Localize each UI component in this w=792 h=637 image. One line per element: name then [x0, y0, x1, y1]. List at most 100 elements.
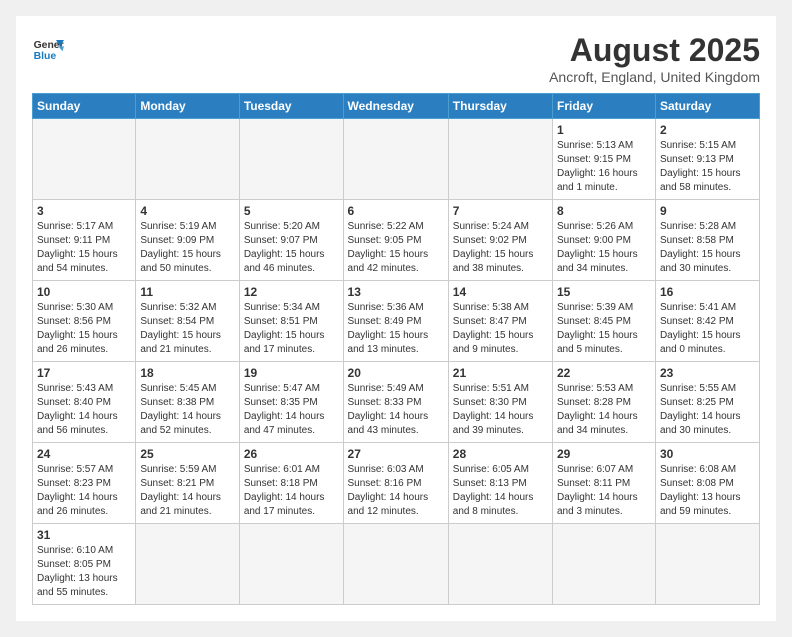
day-number: 25 [140, 447, 234, 461]
day-info: Sunrise: 5:53 AMSunset: 8:28 PMDaylight:… [557, 382, 651, 438]
day-info: Sunrise: 5:51 AMSunset: 8:30 PMDaylight:… [453, 382, 548, 438]
calendar-cell: 9Sunrise: 5:28 AMSunset: 8:58 PMDaylight… [655, 200, 759, 281]
logo-icon: General Blue [32, 32, 64, 64]
calendar-week-row: 31 Sunrise: 6:10 AMSunset: 8:05 PMDayligh… [33, 524, 760, 605]
calendar-cell: 20 Sunrise: 5:49 AMSunset: 8:33 PMDayligh… [343, 362, 448, 443]
day-info: Sunrise: 5:43 AMSunset: 8:40 PMDaylight:… [37, 382, 131, 438]
day-number: 10 [37, 285, 131, 299]
day-info: Sunrise: 5:15 AMSunset: 9:13 PMDaylight:… [660, 139, 755, 195]
calendar-week-row: 24Sunrise: 5:57 AMSunset: 8:23 PMDayligh… [33, 443, 760, 524]
day-number: 14 [453, 285, 548, 299]
day-number: 31 [37, 528, 131, 542]
calendar-header-row: SundayMondayTuesdayWednesdayThursdayFrid… [33, 94, 760, 119]
calendar-cell [33, 119, 136, 200]
day-number: 15 [557, 285, 651, 299]
day-number: 16 [660, 285, 755, 299]
calendar-cell [448, 524, 552, 605]
day-number: 5 [244, 204, 339, 218]
calendar-week-row: 1 Sunrise: 5:13 AMSunset: 9:15 PMDaylight… [33, 119, 760, 200]
calendar-table: SundayMondayTuesdayWednesdayThursdayFrid… [32, 93, 760, 605]
calendar-cell: 11 Sunrise: 5:32 AMSunset: 8:54 PMDayligh… [136, 281, 239, 362]
calendar-cell: 17 Sunrise: 5:43 AMSunset: 8:40 PMDayligh… [33, 362, 136, 443]
day-info: Sunrise: 5:41 AMSunset: 8:42 PMDaylight:… [660, 301, 755, 357]
day-number: 26 [244, 447, 339, 461]
day-info: Sunrise: 6:03 AMSunset: 8:16 PMDaylight:… [348, 463, 444, 519]
month-title: August 2025 [549, 32, 760, 69]
col-header-saturday: Saturday [655, 94, 759, 119]
calendar-cell: 26Sunrise: 6:01 AMSunset: 8:18 PMDayligh… [239, 443, 343, 524]
day-info: Sunrise: 6:08 AMSunset: 8:08 PMDaylight:… [660, 463, 755, 519]
calendar-cell: 25Sunrise: 5:59 AMSunset: 8:21 PMDayligh… [136, 443, 239, 524]
calendar-cell: 14Sunrise: 5:38 AMSunset: 8:47 PMDayligh… [448, 281, 552, 362]
calendar-cell [655, 524, 759, 605]
day-number: 4 [140, 204, 234, 218]
calendar-cell: 30 Sunrise: 6:08 AMSunset: 8:08 PMDayligh… [655, 443, 759, 524]
calendar-cell: 16 Sunrise: 5:41 AMSunset: 8:42 PMDayligh… [655, 281, 759, 362]
day-number: 7 [453, 204, 548, 218]
calendar-cell: 23Sunrise: 5:55 AMSunset: 8:25 PMDayligh… [655, 362, 759, 443]
day-number: 12 [244, 285, 339, 299]
day-info: Sunrise: 5:45 AMSunset: 8:38 PMDaylight:… [140, 382, 234, 438]
calendar-cell [239, 524, 343, 605]
calendar-week-row: 3 Sunrise: 5:17 AMSunset: 9:11 PMDaylight… [33, 200, 760, 281]
calendar-cell [343, 524, 448, 605]
calendar-cell: 2Sunrise: 5:15 AMSunset: 9:13 PMDaylight… [655, 119, 759, 200]
day-number: 3 [37, 204, 131, 218]
calendar-page: General Blue August 2025 Ancroft, Englan… [16, 16, 776, 621]
day-info: Sunrise: 5:19 AMSunset: 9:09 PMDaylight:… [140, 220, 234, 276]
day-info: Sunrise: 5:22 AMSunset: 9:05 PMDaylight:… [348, 220, 444, 276]
calendar-week-row: 17 Sunrise: 5:43 AMSunset: 8:40 PMDayligh… [33, 362, 760, 443]
calendar-cell [448, 119, 552, 200]
calendar-cell: 18Sunrise: 5:45 AMSunset: 8:38 PMDayligh… [136, 362, 239, 443]
day-number: 20 [348, 366, 444, 380]
svg-text:Blue: Blue [34, 51, 57, 62]
day-number: 27 [348, 447, 444, 461]
calendar-cell [136, 524, 239, 605]
day-number: 28 [453, 447, 548, 461]
calendar-cell [136, 119, 239, 200]
calendar-cell: 28 Sunrise: 6:05 AMSunset: 8:13 PMDayligh… [448, 443, 552, 524]
calendar-cell: 31 Sunrise: 6:10 AMSunset: 8:05 PMDayligh… [33, 524, 136, 605]
day-info: Sunrise: 5:28 AMSunset: 8:58 PMDaylight:… [660, 220, 755, 276]
calendar-cell: 10Sunrise: 5:30 AMSunset: 8:56 PMDayligh… [33, 281, 136, 362]
day-number: 30 [660, 447, 755, 461]
calendar-cell: 3 Sunrise: 5:17 AMSunset: 9:11 PMDaylight… [33, 200, 136, 281]
day-info: Sunrise: 5:13 AMSunset: 9:15 PMDaylight:… [557, 139, 651, 195]
col-header-friday: Friday [553, 94, 656, 119]
calendar-cell: 13Sunrise: 5:36 AMSunset: 8:49 PMDayligh… [343, 281, 448, 362]
day-info: Sunrise: 6:10 AMSunset: 8:05 PMDaylight:… [37, 544, 131, 600]
col-header-tuesday: Tuesday [239, 94, 343, 119]
day-number: 6 [348, 204, 444, 218]
day-number: 11 [140, 285, 234, 299]
calendar-cell: 8Sunrise: 5:26 AMSunset: 9:00 PMDaylight… [553, 200, 656, 281]
day-info: Sunrise: 5:20 AMSunset: 9:07 PMDaylight:… [244, 220, 339, 276]
calendar-cell: 22Sunrise: 5:53 AMSunset: 8:28 PMDayligh… [553, 362, 656, 443]
calendar-cell: 5 Sunrise: 5:20 AMSunset: 9:07 PMDaylight… [239, 200, 343, 281]
calendar-cell: 7Sunrise: 5:24 AMSunset: 9:02 PMDaylight… [448, 200, 552, 281]
day-info: Sunrise: 5:17 AMSunset: 9:11 PMDaylight:… [37, 220, 131, 276]
calendar-cell [553, 524, 656, 605]
day-info: Sunrise: 5:26 AMSunset: 9:00 PMDaylight:… [557, 220, 651, 276]
day-info: Sunrise: 5:32 AMSunset: 8:54 PMDaylight:… [140, 301, 234, 357]
col-header-wednesday: Wednesday [343, 94, 448, 119]
calendar-cell: 29Sunrise: 6:07 AMSunset: 8:11 PMDayligh… [553, 443, 656, 524]
day-info: Sunrise: 5:49 AMSunset: 8:33 PMDaylight:… [348, 382, 444, 438]
day-info: Sunrise: 5:34 AMSunset: 8:51 PMDaylight:… [244, 301, 339, 357]
day-info: Sunrise: 6:05 AMSunset: 8:13 PMDaylight:… [453, 463, 548, 519]
header: General Blue August 2025 Ancroft, Englan… [32, 32, 760, 85]
calendar-cell: 21Sunrise: 5:51 AMSunset: 8:30 PMDayligh… [448, 362, 552, 443]
calendar-cell: 19Sunrise: 5:47 AMSunset: 8:35 PMDayligh… [239, 362, 343, 443]
day-info: Sunrise: 5:39 AMSunset: 8:45 PMDaylight:… [557, 301, 651, 357]
col-header-monday: Monday [136, 94, 239, 119]
day-number: 17 [37, 366, 131, 380]
day-number: 1 [557, 123, 651, 137]
calendar-week-row: 10Sunrise: 5:30 AMSunset: 8:56 PMDayligh… [33, 281, 760, 362]
calendar-cell [343, 119, 448, 200]
calendar-cell: 1 Sunrise: 5:13 AMSunset: 9:15 PMDaylight… [553, 119, 656, 200]
day-number: 19 [244, 366, 339, 380]
title-block: August 2025 Ancroft, England, United Kin… [549, 32, 760, 85]
location: Ancroft, England, United Kingdom [549, 69, 760, 85]
calendar-cell: 12 Sunrise: 5:34 AMSunset: 8:51 PMDayligh… [239, 281, 343, 362]
day-number: 13 [348, 285, 444, 299]
calendar-cell: 6 Sunrise: 5:22 AMSunset: 9:05 PMDaylight… [343, 200, 448, 281]
